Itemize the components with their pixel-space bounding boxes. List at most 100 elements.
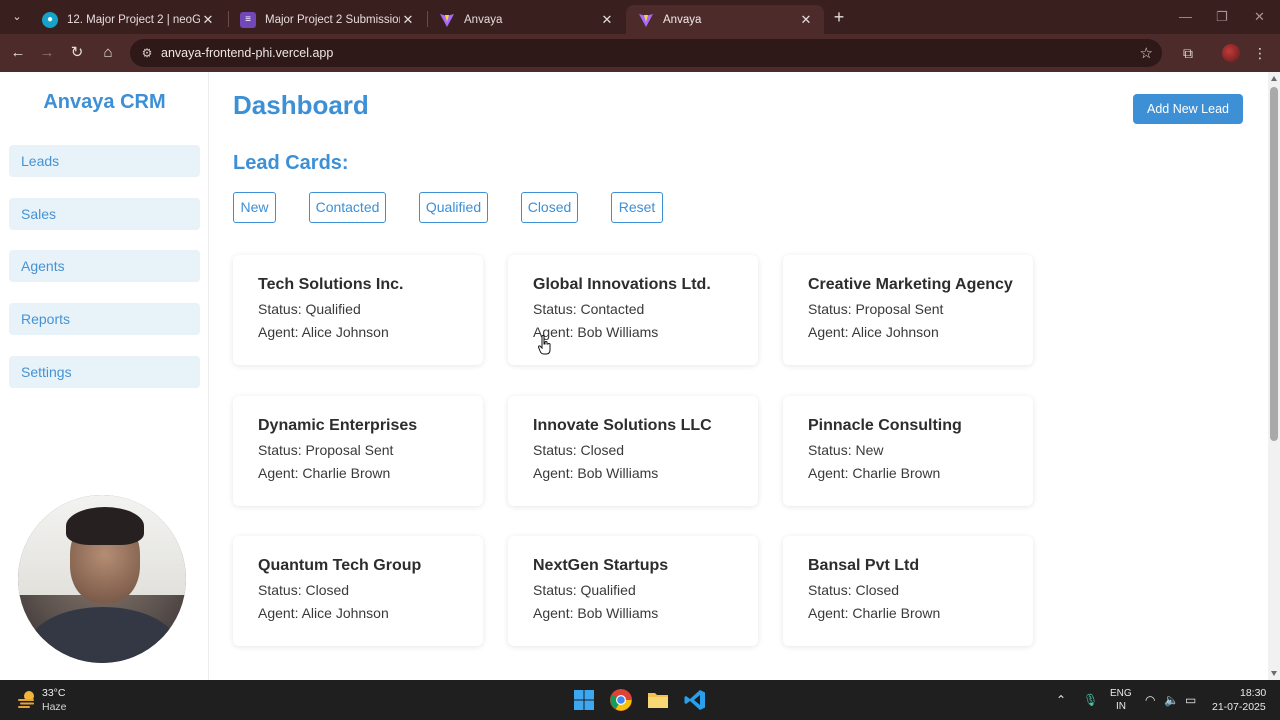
lead-status: Status: Closed xyxy=(808,582,900,598)
new-tab-icon[interactable]: + xyxy=(830,7,848,27)
browser-tab-strip: ⌄ ● 12. Major Project 2 | neoG - neo ✕ ≡… xyxy=(0,0,1280,34)
browser-menu-icon[interactable]: ⋮ xyxy=(1251,44,1269,62)
lead-name: Innovate Solutions LLC xyxy=(533,417,712,434)
lead-card[interactable]: Bansal Pvt Ltd Status: Closed Agent: Cha… xyxy=(783,536,1033,646)
windows-taskbar: 33°C Haze ⌃ 🎙 ENG IN ◠ 🔈 ▭ 18:30 21-07-2… xyxy=(0,680,1280,720)
filter-qualified-button[interactable]: Qualified xyxy=(419,192,488,223)
battery-icon[interactable]: ▭ xyxy=(1185,693,1196,707)
status-filter-bar: New Contacted Qualified Closed Reset xyxy=(233,192,873,224)
filter-reset-button[interactable]: Reset xyxy=(611,192,663,223)
sidebar-item-settings[interactable]: Settings xyxy=(9,356,200,388)
scrollbar-thumb[interactable] xyxy=(1270,87,1278,441)
close-tab-icon[interactable]: ✕ xyxy=(798,12,814,28)
close-tab-icon[interactable]: ✕ xyxy=(599,12,615,28)
vite-icon xyxy=(439,12,455,28)
lead-cards-heading: Lead Cards: xyxy=(233,152,349,174)
lead-status: Status: Closed xyxy=(258,582,350,598)
microphone-icon[interactable]: 🎙 xyxy=(1083,693,1098,707)
wifi-icon[interactable]: ◠ xyxy=(1145,693,1155,707)
weather-description[interactable]: Haze xyxy=(42,701,67,713)
site-info-icon[interactable]: ⚙ xyxy=(139,45,155,61)
show-hidden-icons-icon[interactable]: ⌃ xyxy=(1056,693,1066,707)
neog-icon: ● xyxy=(42,11,58,28)
haze-weather-icon[interactable] xyxy=(17,690,37,708)
bookmark-star-icon[interactable]: ☆ xyxy=(1140,44,1153,62)
tab-title: Anvaya xyxy=(464,13,503,26)
lead-status: Status: Proposal Sent xyxy=(258,442,394,458)
lead-name: NextGen Startups xyxy=(533,557,669,574)
browser-toolbar: ← → ↻ ⌂ ⚙ anvaya-frontend-phi.vercel.app… xyxy=(0,34,1280,72)
browser-tab[interactable]: ● 12. Major Project 2 | neoG - neo ✕ xyxy=(30,5,226,34)
lead-agent: Agent: Charlie Brown xyxy=(258,465,391,481)
volume-icon[interactable]: 🔈 xyxy=(1164,693,1179,707)
lead-card[interactable]: Creative Marketing Agency Status: Propos… xyxy=(783,255,1033,365)
lead-agent: Agent: Charlie Brown xyxy=(808,605,941,621)
chrome-icon[interactable] xyxy=(609,688,633,712)
lead-agent: Agent: Bob Williams xyxy=(533,605,659,621)
lead-name: Quantum Tech Group xyxy=(258,557,422,574)
main-content: Dashboard Add New Lead Lead Cards: New C… xyxy=(233,72,1253,680)
language-indicator[interactable]: ENG xyxy=(1110,688,1132,699)
sidebar: Anvaya CRM Leads Sales Agents Reports Se… xyxy=(0,72,209,680)
scroll-up-icon[interactable] xyxy=(1271,76,1277,81)
lead-status: Status: Closed xyxy=(533,442,625,458)
file-explorer-icon[interactable] xyxy=(646,688,670,712)
lead-agent: Agent: Charlie Brown xyxy=(808,465,941,481)
scroll-down-icon[interactable] xyxy=(1271,671,1277,676)
filter-new-button[interactable]: New xyxy=(233,192,276,223)
lead-card[interactable]: Innovate Solutions LLC Status: Closed Ag… xyxy=(508,396,758,506)
filter-closed-button[interactable]: Closed xyxy=(521,192,578,223)
add-new-lead-button[interactable]: Add New Lead xyxy=(1133,94,1243,124)
brand-title: Anvaya CRM xyxy=(43,91,166,113)
sidebar-item-leads[interactable]: Leads xyxy=(9,145,200,177)
browser-tab[interactable]: Anvaya ✕ xyxy=(427,5,625,34)
address-bar[interactable]: ⚙ anvaya-frontend-phi.vercel.app ☆ xyxy=(130,39,1162,67)
lead-card[interactable]: NextGen Startups Status: Qualified Agent… xyxy=(508,536,758,646)
language-region[interactable]: IN xyxy=(1116,701,1126,712)
lead-agent: Agent: Alice Johnson xyxy=(258,324,389,340)
browser-tab[interactable]: ≡ Major Project 2 Submission ✕ xyxy=(228,5,426,34)
clock-time[interactable]: 18:30 xyxy=(1240,687,1266,699)
lead-status: Status: Qualified xyxy=(258,301,361,317)
vite-icon xyxy=(638,12,654,28)
lead-name: Global Innovations Ltd. xyxy=(533,276,711,293)
minimize-icon[interactable]: — xyxy=(1179,9,1192,24)
lead-agent: Agent: Bob Williams xyxy=(533,324,659,340)
forward-icon[interactable]: → xyxy=(37,43,57,63)
close-tab-icon[interactable]: ✕ xyxy=(400,12,416,28)
tab-title: Major Project 2 Submission xyxy=(265,13,400,26)
lead-card[interactable]: Pinnacle Consulting Status: New Agent: C… xyxy=(783,396,1033,506)
extensions-icon[interactable]: ⧉ xyxy=(1179,44,1197,62)
lead-name: Creative Marketing Agency xyxy=(808,276,1013,293)
lead-card[interactable]: Tech Solutions Inc. Status: Qualified Ag… xyxy=(233,255,483,365)
browser-tab-active[interactable]: Anvaya ✕ xyxy=(626,5,824,34)
lead-card[interactable]: Quantum Tech Group Status: Closed Agent:… xyxy=(233,536,483,646)
sidebar-item-reports[interactable]: Reports xyxy=(9,303,200,335)
vscode-icon[interactable] xyxy=(683,688,707,712)
lead-name: Tech Solutions Inc. xyxy=(258,276,404,293)
windows-start-icon[interactable] xyxy=(572,688,596,712)
weather-temperature[interactable]: 33°C xyxy=(42,687,65,699)
close-tab-icon[interactable]: ✕ xyxy=(200,12,216,28)
reload-icon[interactable]: ↻ xyxy=(67,43,87,63)
sidebar-item-sales[interactable]: Sales xyxy=(9,198,200,230)
page-title: Dashboard xyxy=(233,90,369,120)
home-icon[interactable]: ⌂ xyxy=(98,43,118,63)
sidebar-item-agents[interactable]: Agents xyxy=(9,250,200,282)
lead-agent: Agent: Bob Williams xyxy=(533,465,659,481)
lead-card[interactable]: Dynamic Enterprises Status: Proposal Sen… xyxy=(233,396,483,506)
lead-agent: Agent: Alice Johnson xyxy=(258,605,389,621)
close-window-icon[interactable]: ✕ xyxy=(1254,9,1265,25)
filter-contacted-button[interactable]: Contacted xyxy=(309,192,386,223)
profile-avatar[interactable] xyxy=(1222,44,1240,62)
maximize-icon[interactable]: ❐ xyxy=(1216,9,1228,25)
hand-cursor-icon xyxy=(538,335,551,355)
page-scrollbar[interactable] xyxy=(1268,72,1280,680)
lead-name: Bansal Pvt Ltd xyxy=(808,557,920,574)
tab-search-icon[interactable]: ⌄ xyxy=(6,7,28,27)
tab-title: 12. Major Project 2 | neoG - neo xyxy=(67,13,200,26)
lead-agent: Agent: Alice Johnson xyxy=(808,324,939,340)
clock-date[interactable]: 21-07-2025 xyxy=(1212,701,1266,713)
lead-name: Dynamic Enterprises xyxy=(258,417,418,434)
back-icon[interactable]: ← xyxy=(8,43,28,63)
